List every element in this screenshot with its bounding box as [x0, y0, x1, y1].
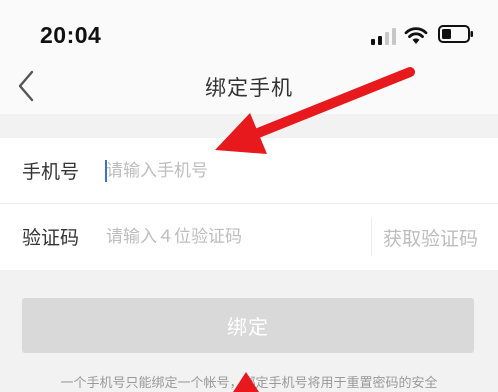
page-title: 绑定手机	[205, 76, 293, 100]
divider	[371, 218, 372, 256]
wifi-icon	[404, 27, 428, 44]
code-row: 验证码 获取验证码	[0, 204, 498, 270]
bind-phone-form: 手机号 验证码 获取验证码	[0, 138, 498, 270]
code-label: 验证码	[22, 227, 80, 249]
phone-input[interactable]	[106, 155, 476, 187]
bind-button[interactable]: 绑定	[22, 298, 474, 353]
text-cursor	[105, 160, 107, 182]
signal-icon	[371, 28, 396, 45]
battery-icon	[438, 25, 473, 43]
status-bar: 20:04	[0, 0, 498, 60]
verification-code-input[interactable]	[106, 221, 361, 253]
get-code-button[interactable]: 获取验证码	[383, 224, 478, 251]
phone-label: 手机号	[22, 161, 80, 183]
status-time: 20:04	[40, 22, 102, 48]
phone-row: 手机号	[0, 138, 498, 204]
bind-note: 一个手机号只能绑定一个帐号，绑定手机号将用于重置密码的安全	[60, 376, 438, 391]
nav-bar: 绑定手机	[0, 60, 498, 114]
